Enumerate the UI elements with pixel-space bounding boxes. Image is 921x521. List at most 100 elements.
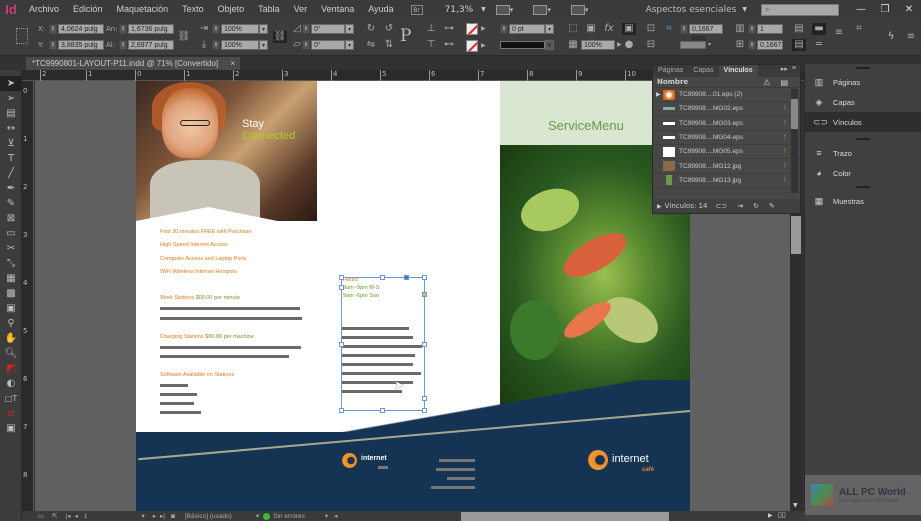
direct-selection-tool-icon[interactable]: ➢ [0, 91, 22, 106]
go-to-link-icon[interactable]: ⇥ [737, 202, 743, 210]
apply-none-icon[interactable]: ⧄ [0, 406, 22, 421]
default-colors-icon[interactable]: ◐ [0, 376, 22, 391]
close-button[interactable]: ✕ [897, 2, 921, 18]
column-name-header[interactable]: Nombre [657, 78, 688, 86]
fit-frame-icon[interactable]: ▣ [622, 23, 636, 35]
shear-spinner[interactable]: ⇕ [302, 40, 310, 50]
preview-icon[interactable]: ▭ [38, 512, 44, 520]
preflight-dropdown-icon[interactable]: ▾ [325, 512, 328, 520]
select-next-icon[interactable]: ⊷ [442, 39, 456, 51]
x-field[interactable]: 4,0624 pulg [58, 24, 104, 34]
modified-warning-icon[interactable]: ! [784, 163, 786, 170]
bridge-button[interactable]: Br [410, 4, 423, 15]
free-transform-tool-icon[interactable]: ⤡ [0, 256, 22, 271]
stroke-type-dropdown[interactable]: ▾ [545, 40, 554, 50]
corner-options-icon[interactable]: ⌗ [662, 23, 676, 35]
gradient-feather-tool-icon[interactable]: ▩ [0, 286, 22, 301]
resize-handle[interactable] [404, 275, 409, 280]
resize-handle[interactable] [339, 275, 344, 280]
workspace-dropdown-icon[interactable]: ▼ [742, 6, 747, 13]
stroke-none-swatch[interactable] [466, 40, 478, 52]
scissors-tool-icon[interactable]: ✂ [0, 241, 22, 256]
note-tool-icon[interactable]: ▣ [0, 301, 22, 316]
previous-page-icon[interactable]: ◂ [75, 512, 78, 520]
formatting-container-text-icon[interactable]: □T [0, 391, 22, 406]
split-window-icon[interactable]: ▯▯ [778, 511, 786, 519]
update-link-icon[interactable]: ↻ [753, 202, 759, 210]
page-tool-icon[interactable]: ▤ [0, 106, 22, 121]
hand-tool-icon[interactable]: ✋ [0, 331, 22, 346]
edit-original-icon[interactable]: ✎ [769, 202, 775, 210]
zoom-tool-icon[interactable]: 🔍︎ [0, 346, 22, 361]
corner-size-field[interactable]: 0,1667 pulg [689, 24, 723, 42]
dock-item-muestras[interactable]: ▦ Muestras [805, 191, 921, 211]
next-page-icon[interactable]: ▸ [153, 512, 156, 520]
scroll-right-icon[interactable]: ▶ [768, 512, 773, 519]
scale-y-spinner[interactable]: ⇕ [212, 40, 220, 50]
resize-handle[interactable] [422, 342, 427, 347]
center-content-icon[interactable]: ● [622, 39, 636, 51]
stroke-weight-dropdown[interactable]: ▾ [545, 24, 554, 34]
align-top-icon[interactable]: ▬ [812, 23, 826, 35]
modified-warning-icon[interactable]: ! [784, 148, 786, 155]
reference-point-icon[interactable] [16, 28, 28, 44]
stroke-dropdown-icon[interactable]: ▶ [481, 42, 486, 49]
rectangle-frame-tool-icon[interactable]: ⊠ [0, 211, 22, 226]
warning-column-icon[interactable]: ⚠ [763, 78, 770, 87]
screen-mode-icon[interactable]: ▣ [0, 421, 22, 436]
arrange-documents-button[interactable]: ▾ [570, 4, 588, 15]
collapse-panel-icon[interactable]: ▸▸ [781, 65, 792, 77]
dock-item-paginas[interactable]: ▥ Páginas [805, 72, 921, 92]
flip-horizontal-icon[interactable]: ⇋ [364, 39, 378, 51]
page-dropdown-icon[interactable]: ▾ [141, 512, 144, 520]
restore-button[interactable]: ❐ [873, 2, 897, 18]
content-collector-icon[interactable]: ⊻ [0, 136, 22, 151]
corner-spinner[interactable]: ⇕ [680, 24, 688, 34]
modified-warning-icon[interactable]: ! [784, 120, 786, 127]
pen-tool-icon[interactable]: ✒ [0, 181, 22, 196]
rotate-spinner[interactable]: ⇕ [302, 24, 310, 34]
in-port-handle[interactable] [339, 285, 344, 290]
pencil-tool-icon[interactable]: ✎ [0, 196, 22, 211]
links-scrollbar-thumb[interactable] [791, 99, 798, 129]
flip-vertical-icon[interactable]: ⇅ [382, 39, 396, 51]
align-left-icon[interactable]: ▤ [792, 39, 806, 51]
menu-archivo[interactable]: Archivo [22, 0, 66, 19]
stroke-weight-field[interactable]: 0 pt [509, 24, 545, 34]
screen-mode-button[interactable]: ▾ [533, 4, 551, 15]
link-row[interactable]: TC99908....MG03.eps ! [653, 117, 800, 131]
y-field[interactable]: 3,8835 pulg [58, 40, 104, 50]
dock-item-capas[interactable]: ◈ Capas [805, 92, 921, 112]
select-content-icon[interactable]: ⊤ [424, 39, 438, 51]
scroll-down-icon[interactable]: ▼ [793, 502, 798, 509]
style-dropdown-icon[interactable]: ▾ [256, 512, 259, 520]
shear-field[interactable]: 0° [311, 40, 345, 50]
scale-x-spinner[interactable]: ⇕ [212, 24, 220, 34]
tab-paginas[interactable]: Páginas [653, 65, 688, 77]
drop-shadow-icon[interactable]: ⬚ [566, 23, 580, 35]
width-spinner[interactable]: ⇕ [119, 24, 127, 34]
scale-y-field[interactable]: 100% [221, 40, 259, 50]
shadow-icon[interactable]: ▣ [584, 23, 598, 35]
resize-handle[interactable] [380, 275, 385, 280]
scale-y-dropdown[interactable]: ▾ [259, 40, 268, 50]
menu-maquetacion[interactable]: Maquetación [110, 0, 176, 19]
constrain-scale-icon[interactable]: ⛓ [273, 31, 287, 43]
columns-field[interactable]: 1 [757, 24, 783, 34]
links-scrollbar[interactable] [791, 89, 798, 193]
modified-warning-icon[interactable]: ! [784, 105, 786, 112]
type-tool-icon[interactable]: T [0, 151, 22, 166]
opacity-field[interactable]: 100% [581, 40, 615, 50]
rotate-field[interactable]: 0° [311, 24, 345, 34]
scale-x-field[interactable]: 100% [221, 24, 259, 34]
minimize-button[interactable]: — [849, 2, 873, 18]
align-justify-icon[interactable]: ≡ [832, 27, 846, 39]
expand-info-icon[interactable]: ▶ [657, 203, 662, 210]
menu-ventana[interactable]: Ventana [314, 0, 361, 19]
menu-tabla[interactable]: Tabla [251, 0, 287, 19]
zoom-level[interactable]: 71,3% [445, 5, 474, 15]
link-row[interactable]: TC99908....MG13.jpg ! [653, 174, 800, 189]
auto-fit-icon[interactable]: ⌗ [852, 23, 866, 35]
stroke-weight-spinner[interactable]: ⇕ [500, 24, 508, 34]
opacity-dropdown-icon[interactable]: ▶ [617, 41, 622, 48]
